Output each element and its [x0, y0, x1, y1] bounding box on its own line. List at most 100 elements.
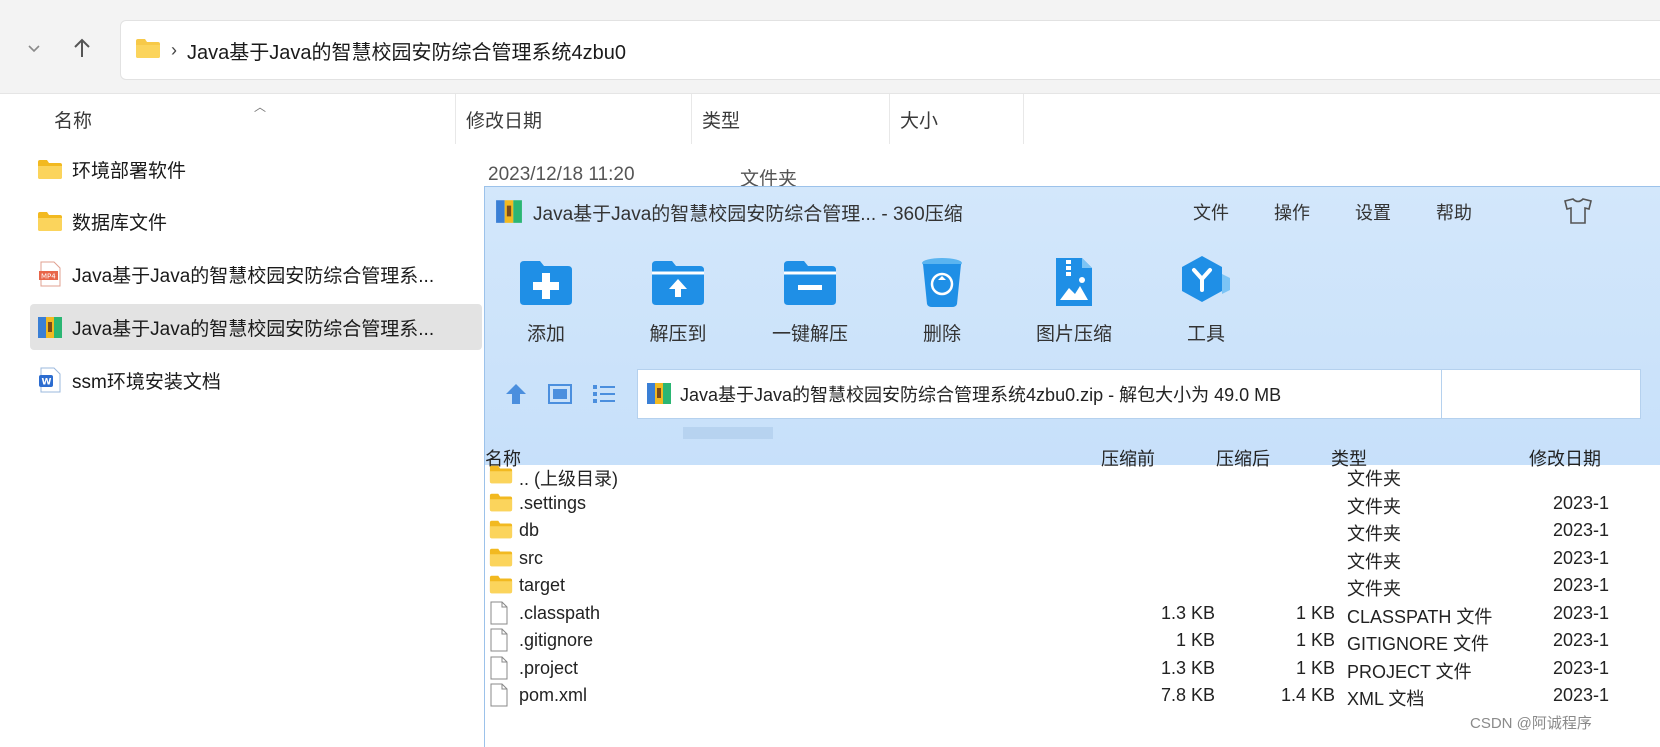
tools-icon	[1173, 253, 1239, 311]
file-icon	[489, 683, 513, 707]
row-name: db	[519, 520, 540, 540]
row-size-after: 1 KB	[1295, 602, 1335, 623]
folder-icon	[135, 37, 161, 64]
image-compress-button[interactable]: 图片压缩	[1019, 253, 1129, 346]
file-modified-date: 2023/12/18 11:20	[488, 164, 635, 185]
row-type: 文件夹	[1347, 524, 1401, 544]
folder-icon	[489, 491, 513, 515]
extract-folder-icon	[645, 253, 711, 311]
list-item[interactable]: MP4 Java基于Java的智慧校园安防综合管理系...	[30, 251, 482, 297]
one-click-extract-icon	[777, 253, 843, 311]
zip-title-bar: Java基于Java的智慧校园安防综合管理... - 360压缩	[495, 197, 963, 227]
file-name: Java基于Java的智慧校园安防综合管理系...	[72, 318, 435, 340]
explorer-column-headers: 名称 修改日期 类型 大小	[0, 94, 1660, 144]
tools-label: 工具	[1186, 324, 1225, 345]
file-name: Java基于Java的智慧校园安防综合管理系...	[72, 265, 435, 287]
menu-operate[interactable]: 操作	[1274, 199, 1310, 225]
row-size-before: 1 KB	[1175, 630, 1215, 650]
row-modified: 2023-1	[1553, 685, 1610, 705]
row-modified: 2023-1	[1553, 492, 1610, 513]
add-button-label: 添加	[526, 324, 565, 345]
row-size-before: 1.3 KB	[1160, 657, 1215, 678]
table-row[interactable]: pom.xml 7.8 KB 1.4 KB XML 文档 2023-1	[485, 683, 1660, 711]
extract-to-label: 解压到	[649, 324, 707, 345]
row-name: src	[519, 547, 543, 568]
row-size-after: 1 KB	[1295, 657, 1335, 678]
row-modified: 2023-1	[1553, 575, 1610, 595]
tools-button[interactable]: 工具	[1151, 253, 1261, 346]
table-row[interactable]: .. (上级目录) 文件夹	[485, 463, 1660, 491]
delete-button[interactable]: 删除	[887, 253, 997, 346]
mp4-file-icon: MP4	[36, 260, 64, 288]
column-header-type[interactable]: 类型	[692, 94, 890, 144]
explorer-toolbar: › Java基于Java的智慧校园安防综合管理系统4zbu0	[0, 0, 1660, 94]
breadcrumb-current[interactable]: Java基于Java的智慧校园安防综合管理系统4zbu0	[187, 36, 626, 65]
column-header-size[interactable]: 大小	[890, 94, 1024, 144]
address-bar[interactable]: › Java基于Java的智慧校园安防综合管理系统4zbu0	[120, 20, 1660, 80]
folder-icon	[489, 546, 513, 570]
row-type: GITIGNORE 文件	[1347, 634, 1490, 654]
row-name: pom.xml	[519, 685, 588, 705]
row-type: 文件夹	[1347, 579, 1401, 599]
word-doc-icon: W	[36, 366, 64, 394]
zip-archive-icon	[36, 313, 64, 341]
row-size-before: 1.3 KB	[1160, 602, 1215, 623]
zip-search-input[interactable]	[1441, 369, 1641, 419]
breadcrumb-separator-icon: ›	[171, 39, 177, 60]
file-icon	[489, 656, 513, 680]
menu-settings[interactable]: 设置	[1355, 199, 1391, 225]
list-item-selected[interactable]: Java基于Java的智慧校园安防综合管理系...	[30, 304, 482, 350]
column-header-name[interactable]: 名称	[44, 94, 456, 144]
column-header-modified[interactable]: 修改日期	[456, 94, 692, 144]
up-arrow-icon[interactable]	[66, 32, 98, 64]
table-row[interactable]: db 文件夹 2023-1	[485, 518, 1660, 546]
row-name: .gitignore	[519, 630, 594, 650]
view-list-icon[interactable]	[589, 379, 619, 409]
list-item[interactable]: 数据库文件	[30, 198, 482, 244]
row-name: .classpath	[519, 602, 601, 623]
extract-to-button[interactable]: 解压到	[623, 253, 733, 346]
list-item[interactable]: W ssm环境安装文档	[30, 357, 482, 403]
row-type: 文件夹	[1347, 551, 1401, 572]
row-modified: 2023-1	[1553, 602, 1610, 623]
table-row[interactable]: .settings 文件夹 2023-1	[485, 491, 1660, 519]
up-level-icon[interactable]	[501, 379, 531, 409]
view-detail-icon[interactable]	[545, 379, 575, 409]
folder-icon	[489, 463, 513, 487]
table-row[interactable]: src 文件夹 2023-1	[485, 546, 1660, 574]
file-name: 数据库文件	[72, 212, 168, 234]
add-button[interactable]: 添加	[491, 253, 601, 346]
zip-path-input[interactable]: Java基于Java的智慧校园安防综合管理系统4zbu0.zip - 解包大小为…	[637, 369, 1618, 419]
zip-header: Java基于Java的智慧校园安防综合管理... - 360压缩 文件 操作 设…	[485, 187, 1660, 465]
row-name: .. (上级目录)	[519, 469, 618, 489]
menu-help[interactable]: 帮助	[1436, 199, 1472, 225]
one-click-extract-label: 一键解压	[771, 324, 848, 345]
sort-ascending-icon: ︿	[254, 100, 267, 114]
image-compress-label: 图片压缩	[1035, 324, 1112, 345]
zip-path-row: Java基于Java的智慧校园安防综合管理系统4zbu0.zip - 解包大小为…	[485, 365, 1660, 423]
skin-icon[interactable]	[1563, 197, 1593, 230]
zip-window: Java基于Java的智慧校园安防综合管理... - 360压缩 文件 操作 设…	[484, 186, 1660, 747]
table-row[interactable]: .gitignore 1 KB 1 KB GITIGNORE 文件 2023-1	[485, 628, 1660, 656]
table-row[interactable]: target 文件夹 2023-1	[485, 573, 1660, 601]
table-row[interactable]: .project 1.3 KB 1 KB PROJECT 文件 2023-1	[485, 656, 1660, 684]
row-size-after: 1.4 KB	[1280, 685, 1335, 705]
image-compress-icon	[1041, 253, 1107, 311]
row-size-before: 7.8 KB	[1160, 685, 1215, 705]
row-type: PROJECT 文件	[1347, 661, 1472, 682]
row-name: target	[519, 575, 566, 595]
file-name: ssm环境安装文档	[72, 371, 221, 393]
menu-file[interactable]: 文件	[1193, 199, 1229, 225]
row-type: CLASSPATH 文件	[1347, 606, 1493, 627]
folder-icon	[489, 518, 513, 542]
row-modified: 2023-1	[1553, 657, 1610, 678]
file-name: 环境部署软件	[72, 160, 187, 182]
chevron-down-icon[interactable]	[20, 34, 48, 62]
file-icon	[489, 628, 513, 652]
table-row[interactable]: .classpath 1.3 KB 1 KB CLASSPATH 文件 2023-1	[485, 601, 1660, 629]
row-name: .project	[519, 657, 579, 678]
zip-path-text: Java基于Java的智慧校园安防综合管理系统4zbu0.zip - 解包大小为…	[680, 385, 1282, 405]
folder-icon	[489, 573, 513, 597]
one-click-extract-button[interactable]: 一键解压	[755, 253, 865, 346]
list-item[interactable]: 环境部署软件	[30, 146, 482, 192]
